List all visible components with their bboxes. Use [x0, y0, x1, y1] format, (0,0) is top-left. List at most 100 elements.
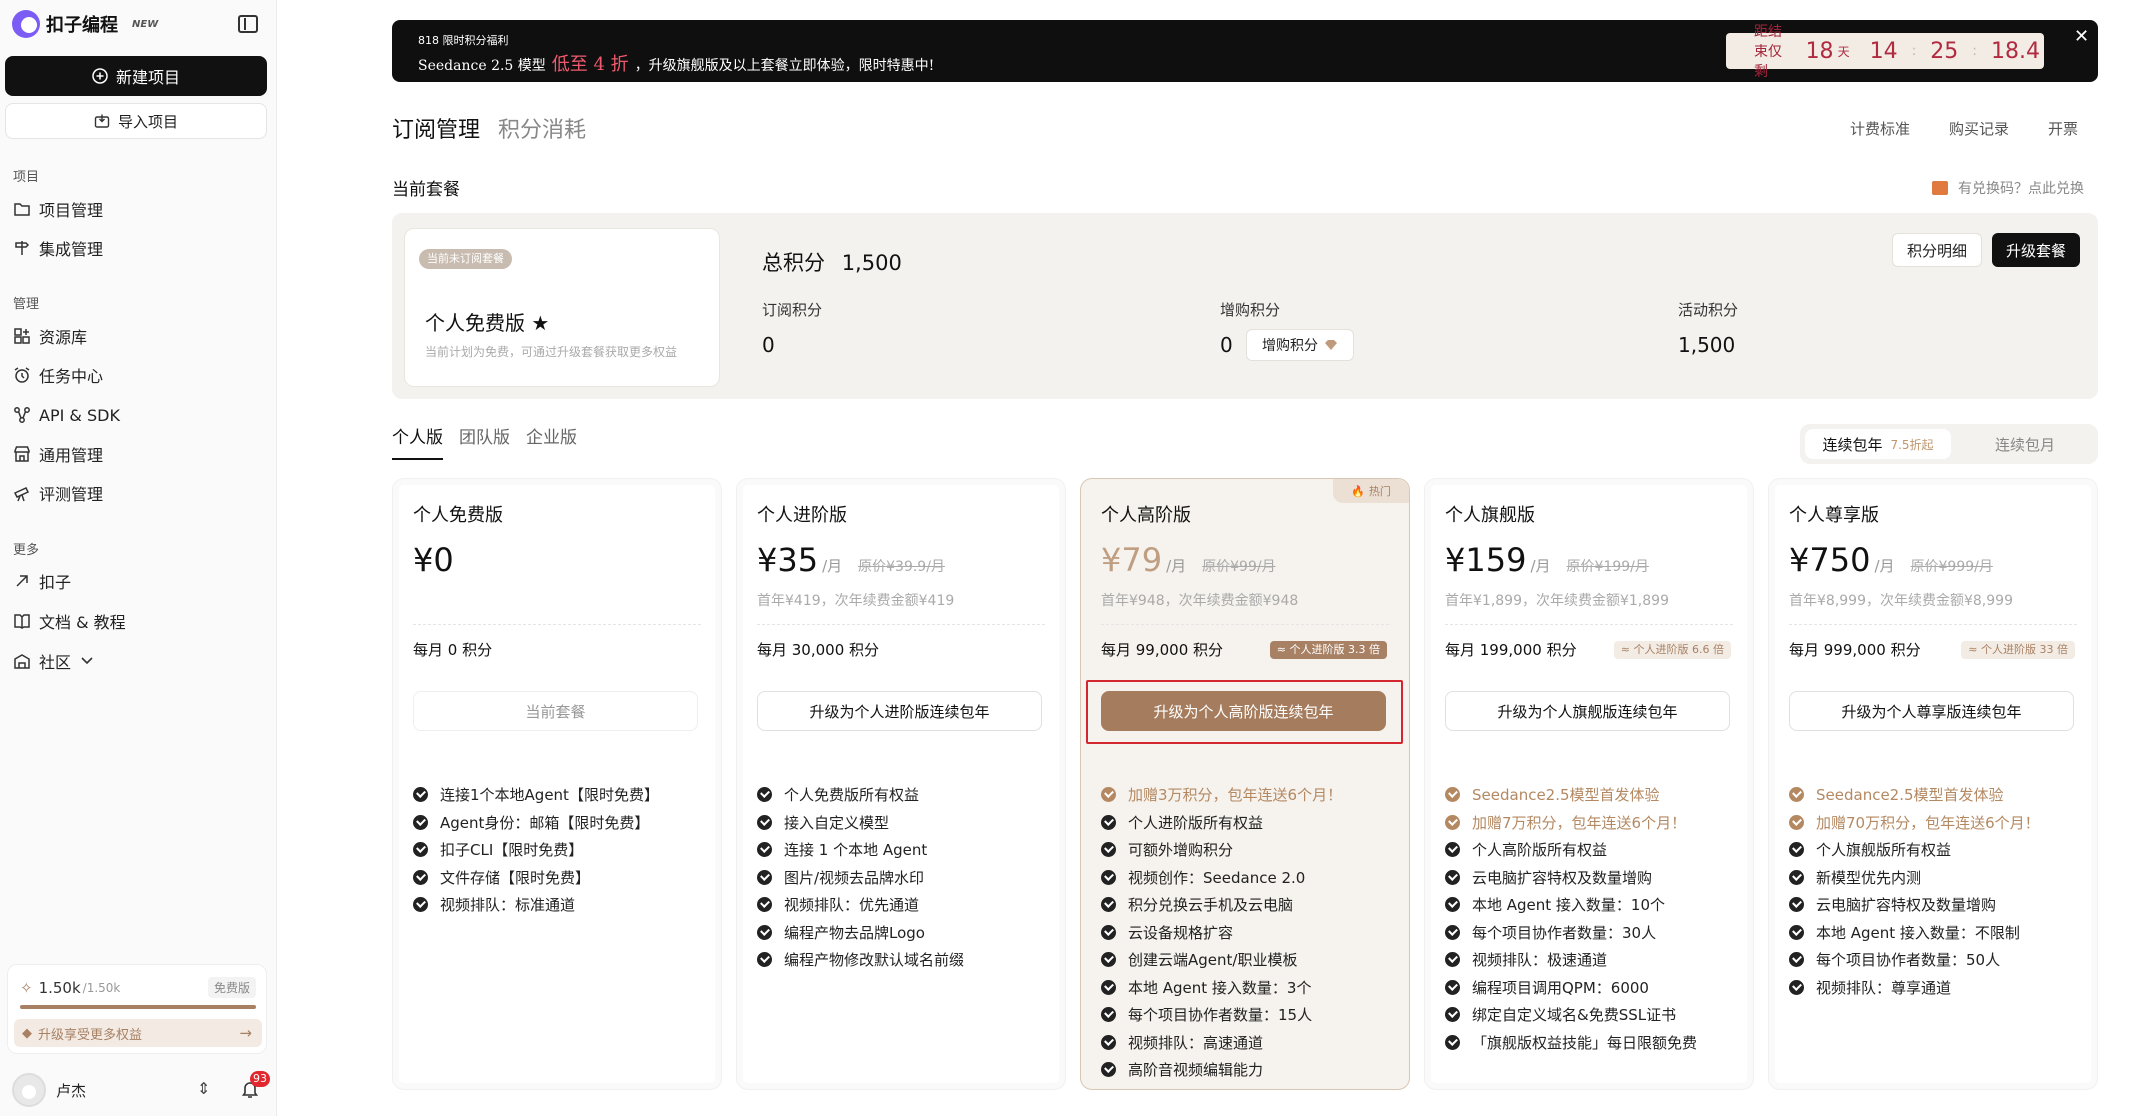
plan-feature-text: 视频创作：Seedance 2.0 [1128, 868, 1306, 887]
chevron-down-icon [81, 652, 93, 670]
check-circle-icon [1789, 897, 1804, 913]
link-invoice[interactable]: 开票 [2048, 118, 2078, 139]
plan-feature: 图片/视频去品牌水印 [757, 864, 964, 892]
plan-feature-text: 加赠70万积分，包年连送6个月！ [1816, 813, 2040, 832]
brand-mark-icon [12, 10, 40, 38]
check-circle-icon [413, 814, 428, 830]
plan-feature: 本地 Agent 接入数量：10个 [1445, 891, 1697, 919]
plan-feature: 每个项目协作者数量：50人 [1789, 946, 2040, 974]
sidebar-item-resource-library[interactable]: 资源库 [13, 322, 87, 350]
timer-days: 18 [1805, 38, 1834, 64]
billing-annual-option[interactable]: 连续包年 7.5折起 [1805, 429, 1951, 459]
check-circle-icon [1101, 842, 1116, 858]
sidebar-item-evaluation[interactable]: 评测管理 [13, 479, 103, 507]
sidebar-item-label: 项目管理 [39, 201, 104, 220]
import-project-label: 导入项目 [117, 112, 178, 131]
plan-feature: 视频排队：高速通道 [1101, 1029, 1342, 1057]
sidebar-item-project-management[interactable]: 项目管理 [13, 195, 103, 223]
plan-card: 🔥 热门 个人高阶版 ¥79/月 原价¥99/月 首年¥948，次年续费金额¥948 每月 … [1080, 478, 1410, 1090]
billing-annual-label: 连续包年 [1822, 435, 1883, 454]
plan-feature-text: 连接1个本地Agent【限时免费】 [440, 786, 659, 805]
plan-feature: 接入自定义模型 [757, 809, 964, 837]
check-circle-icon [1445, 842, 1460, 858]
check-circle-icon [1445, 979, 1460, 995]
billing-monthly-option[interactable]: 连续包月 [1960, 429, 2090, 459]
plan-feature-text: 编程项目调用QPM：6000 [1472, 978, 1649, 997]
promo-banner[interactable]: 818 限时积分福利 Seedance 2.5 模型 低至 4 折 ，升级旗舰版… [392, 20, 2098, 82]
check-circle-icon [1789, 979, 1804, 995]
sidebar-toggle-icon[interactable] [238, 15, 258, 33]
sidebar-item-integration[interactable]: 集成管理 [13, 234, 103, 262]
brand-logo[interactable]: 扣子编程 NEW [12, 10, 158, 38]
plan-card: 个人进阶版 ¥35/月 原价¥39.9/月 首年¥419，次年续费金额¥419 每月 3… [736, 478, 1066, 1090]
plan-feature-text: 个人旗舰版所有权益 [1816, 841, 1952, 860]
telescope-icon [13, 484, 31, 502]
current-plan-panel: 当前未订阅套餐 个人免费版 ★ 当前计划为免费，可通过升级套餐获取更多权益 总积… [392, 213, 2098, 399]
folder-icon [13, 200, 31, 218]
plan-monthly-credits: 每月 0 积分 [413, 641, 493, 659]
current-plan-card: 当前未订阅套餐 个人免费版 ★ 当前计划为免费，可通过升级套餐获取更多权益 [404, 228, 720, 387]
sidebar-item-task-center[interactable]: 任务中心 [13, 361, 103, 389]
redeem-label: 有兑换码？点此兑换 [1958, 181, 2084, 197]
plan-cta-button[interactable]: 升级为个人进阶版连续包年 [757, 691, 1042, 731]
chevron-up-down-icon[interactable]: ⇕ [197, 1079, 210, 1098]
credit-detail-button[interactable]: 积分明细 [1892, 233, 1982, 267]
tab-team[interactable]: 团队版 [459, 424, 510, 460]
sidebar-item-api-sdk[interactable]: API & SDK [13, 401, 120, 429]
sidebar-item-label: API & SDK [39, 405, 120, 425]
plan-feature-text: 加赠7万积分，包年连送6个月！ [1472, 813, 1687, 832]
user-menu[interactable]: 卢杰 ⇕ 93 [12, 1071, 270, 1107]
check-circle-icon [1445, 787, 1460, 803]
sidebar-item-label: 文档 & 教程 [39, 613, 126, 632]
subscription-credits-label: 订阅积分 [762, 301, 823, 319]
import-project-button[interactable]: 导入项目 [5, 103, 267, 139]
diamond-icon [1324, 339, 1338, 351]
check-circle-icon [1101, 869, 1116, 885]
event-credits-label: 活动积分 [1678, 301, 1739, 319]
plan-price-amount: ¥35 [757, 541, 819, 579]
plan-renewal-info: 首年¥419，次年续费金额¥419 [757, 593, 955, 609]
plan-price: ¥0 [413, 541, 454, 579]
plan-feature-list: Seedance2.5模型首发体验 加赠70万积分，包年连送6个月！ 个人旗舰版所有… [1789, 781, 2040, 1001]
plan-original-price: 原价¥39.9/月 [858, 559, 945, 575]
timer-seconds: 18.4 [1991, 38, 2040, 64]
check-circle-icon [1101, 1062, 1116, 1078]
tab-credit-consumption[interactable]: 积分消耗 [498, 112, 586, 144]
community-icon [13, 652, 31, 670]
billing-cycle-toggle: 连续包年 7.5折起 连续包月 [1800, 424, 2098, 464]
plan-feature: 编程项目调用QPM：6000 [1445, 974, 1697, 1002]
check-circle-icon [1101, 924, 1116, 940]
buy-credits-button[interactable]: 增购积分 [1246, 329, 1354, 361]
plan-cta-button[interactable]: 升级为个人尊享版连续包年 [1789, 691, 2074, 731]
close-icon[interactable]: ✕ [2074, 26, 2089, 47]
sidebar-item-docs[interactable]: 文档 & 教程 [13, 607, 126, 635]
link-billing-standard[interactable]: 计费标准 [1850, 118, 1910, 139]
check-circle-icon [1101, 814, 1116, 830]
sidebar-item-general[interactable]: 通用管理 [13, 440, 103, 468]
upgrade-plan-button[interactable]: 升级套餐 [1992, 233, 2080, 267]
tab-personal[interactable]: 个人版 [392, 424, 443, 460]
plan-price-amount: ¥750 [1789, 541, 1871, 579]
tab-enterprise[interactable]: 企业版 [526, 424, 577, 460]
link-purchase-history[interactable]: 购买记录 [1949, 118, 2009, 139]
plan-feature: 视频排队：尊享通道 [1789, 974, 2040, 1002]
check-circle-icon [757, 897, 772, 913]
plan-feature-text: 可额外增购积分 [1128, 841, 1234, 860]
tab-subscription[interactable]: 订阅管理 [392, 112, 480, 144]
plan-feature-text: 视频排队：极速通道 [1472, 951, 1608, 970]
sidebar-item-community[interactable]: 社区 [13, 647, 101, 675]
plan-price-period: /月 [1530, 557, 1551, 575]
sidebar-item-kouzi[interactable]: 扣子 [13, 567, 71, 595]
redeem-code-link[interactable]: 有兑换码？点此兑换 [1932, 178, 2084, 198]
plan-monthly-credits: 每月 30,000 积分 [757, 641, 880, 659]
plan-cta-button[interactable]: 升级为个人旗舰版连续包年 [1445, 691, 1730, 731]
check-circle-icon [1445, 897, 1460, 913]
current-plan-desc: 当前计划为免费，可通过升级套餐获取更多权益 [425, 345, 678, 359]
new-project-button[interactable]: 新建项目 [5, 56, 267, 96]
plan-feature: 高阶音视频编辑能力 [1101, 1056, 1342, 1084]
check-circle-icon [413, 787, 428, 803]
upgrade-benefits-button[interactable]: ◆ 升级享受更多权益 → [14, 1019, 262, 1047]
divider [413, 624, 701, 625]
plan-price-period: /月 [1874, 557, 1895, 575]
flame-icon: 🔥 [1351, 484, 1365, 498]
